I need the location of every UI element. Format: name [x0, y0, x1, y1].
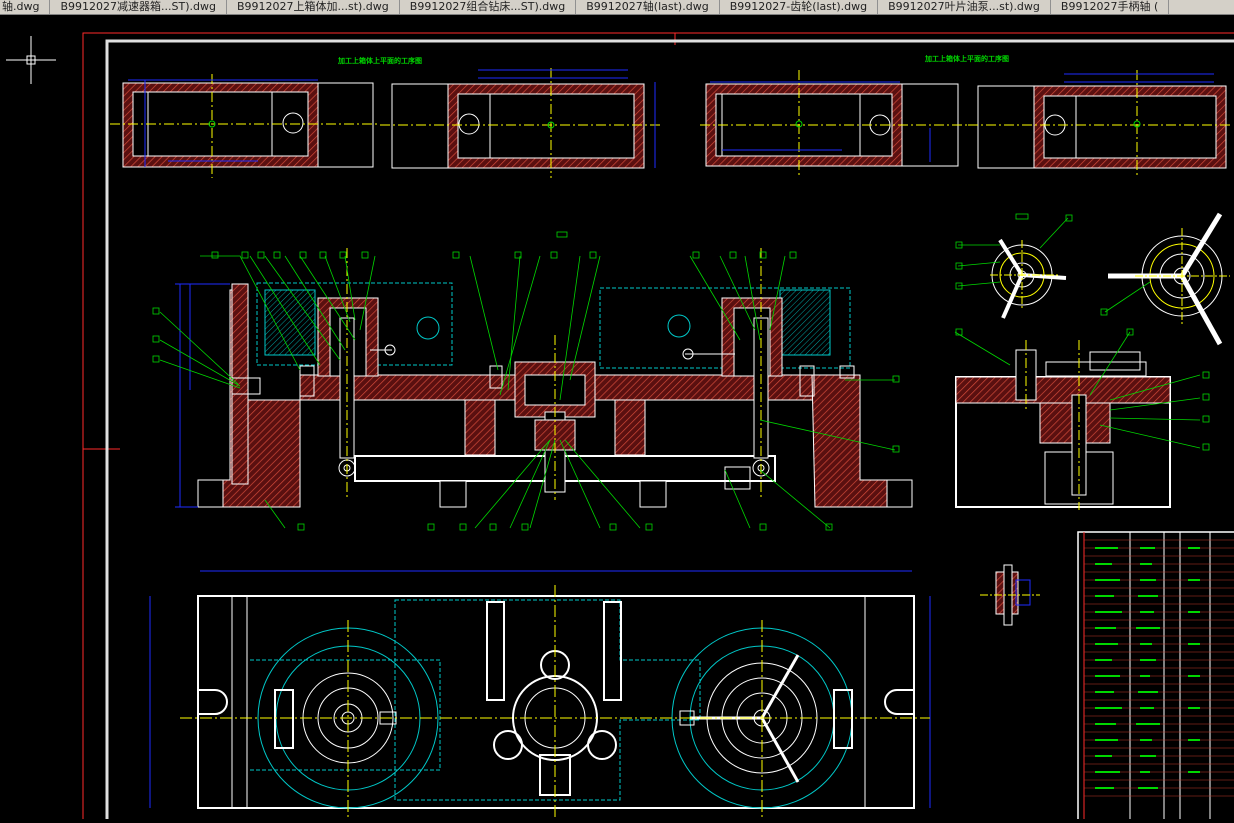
fixture-front-section — [175, 248, 913, 508]
document-tab[interactable]: B9912027-齿轮(last).dwg — [720, 0, 879, 14]
parts-list-table — [1077, 531, 1234, 823]
view-title-right: 加工上箱体上平面的工序图 — [924, 54, 1009, 63]
document-tab-bar: 轴.dwg B9912027减速器箱...ST).dwg B9912027上箱体… — [0, 0, 1234, 15]
crosshair-cursor-icon — [6, 36, 56, 84]
document-tab[interactable]: B9912027叶片油泵...st).dwg — [878, 0, 1051, 14]
document-tab[interactable]: B9912027轴(last).dwg — [576, 0, 720, 14]
workpiece-view-1 — [110, 74, 378, 178]
small-detail-view — [980, 564, 1040, 626]
document-tab[interactable]: B9912027上箱体加...st).dwg — [227, 0, 400, 14]
top-process-views — [110, 68, 1232, 178]
detail-views-circular — [990, 212, 1230, 346]
document-tab[interactable]: B9912027组合钻床...ST).dwg — [400, 0, 577, 14]
document-tab[interactable]: B9912027减速器箱...ST).dwg — [50, 0, 227, 14]
document-tab[interactable]: B9912027手柄轴 ( — [1051, 0, 1170, 14]
workpiece-view-4 — [968, 70, 1232, 178]
view-title-left: 加工上箱体上平面的工序图 — [337, 56, 422, 65]
fixture-side-section — [955, 340, 1171, 510]
workpiece-view-3 — [700, 70, 968, 178]
detail-leaders — [955, 213, 1151, 316]
drawing-canvas[interactable]: 加工上箱体上平面的工序图 加工上箱体上平面的工序图 — [0, 15, 1234, 823]
fixture-plan-view — [149, 570, 931, 819]
parts-list-rows — [1084, 539, 1234, 797]
workpiece-view-2 — [380, 68, 660, 178]
document-tab[interactable]: 轴.dwg — [0, 0, 51, 14]
